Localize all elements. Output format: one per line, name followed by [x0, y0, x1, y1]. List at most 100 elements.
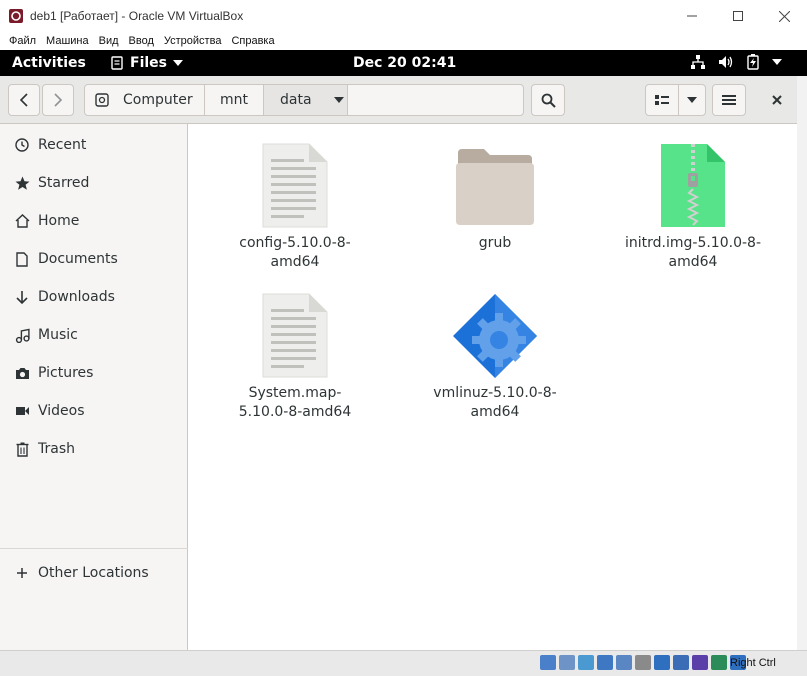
menu-input[interactable]: Ввод — [124, 35, 159, 47]
path-segment-computer[interactable]: Computer — [85, 85, 205, 115]
gnome-top-bar: Activities Files Dec 20 02:41 — [0, 50, 807, 76]
display-indicator-icon[interactable] — [654, 655, 670, 670]
search-button[interactable] — [531, 84, 565, 116]
file-name: config-5.10.0-8-amd64 — [239, 235, 351, 270]
network-icon — [691, 55, 705, 69]
file-name: vmlinuz-5.10.0-8-amd64 — [433, 385, 557, 420]
file-item[interactable]: initrd.img-5.10.0-8-amd64 — [623, 142, 763, 272]
sidebar-item-label: Home — [38, 213, 80, 229]
mouse-integration-indicator-icon[interactable] — [711, 655, 727, 670]
sidebar-item-home[interactable]: Home — [0, 202, 188, 240]
sidebar-item-label: Trash — [38, 441, 75, 457]
sidebar-item-label: Other Locations — [38, 565, 149, 581]
hamburger-menu-icon — [722, 95, 736, 105]
cpu-indicator-icon[interactable] — [692, 655, 708, 670]
vbox-status-bar: Right Ctrl — [0, 650, 807, 676]
executable-gear-icon — [447, 292, 543, 380]
text-file-icon — [247, 292, 343, 380]
folder-icon — [447, 142, 543, 230]
file-grid: config-5.10.0-8-amd64 grub initrd.img-5.… — [189, 124, 797, 650]
archive-file-icon — [645, 142, 741, 230]
sidebar-item-trash[interactable]: Trash — [0, 430, 188, 468]
usb-indicator-icon[interactable] — [616, 655, 632, 670]
view-options-button[interactable] — [678, 84, 706, 116]
vbox-device-indicators — [540, 655, 746, 670]
activities-button[interactable]: Activities — [12, 55, 86, 71]
view-mode-button[interactable] — [645, 84, 679, 116]
path-bar: Computer mnt data — [84, 84, 524, 116]
menu-file[interactable]: Файл — [4, 35, 41, 47]
file-item[interactable]: config-5.10.0-8-amd64 — [225, 142, 365, 272]
download-icon — [14, 289, 30, 305]
sidebar-item-label: Recent — [38, 137, 87, 153]
clock[interactable]: Dec 20 02:41 — [353, 55, 456, 71]
document-icon — [14, 251, 30, 267]
camera-icon — [14, 365, 30, 381]
music-icon — [14, 327, 30, 343]
sidebar-item-videos[interactable]: Videos — [0, 392, 188, 430]
path-segment-mnt-label: mnt — [220, 92, 248, 108]
headerbar: Computer mnt data — [0, 76, 797, 124]
sidebar-item-label: Videos — [38, 403, 85, 419]
menu-view[interactable]: Вид — [94, 35, 124, 47]
folder-item[interactable]: grub — [425, 142, 565, 253]
sidebar-item-documents[interactable]: Documents — [0, 240, 188, 278]
sidebar-item-starred[interactable]: Starred — [0, 164, 188, 202]
sidebar-item-label: Music — [38, 327, 78, 343]
path-menu-chevron-icon — [333, 97, 344, 103]
main-menu-button[interactable] — [712, 84, 746, 116]
clock-icon — [14, 137, 30, 153]
back-button[interactable] — [8, 84, 40, 116]
sidebar-item-label: Pictures — [38, 365, 94, 381]
file-item[interactable]: System.map-5.10.0-8-amd64 — [225, 292, 365, 422]
optical-drive-indicator-icon[interactable] — [559, 655, 575, 670]
shared-folders-indicator-icon[interactable] — [635, 655, 651, 670]
file-name: initrd.img-5.10.0-8-amd64 — [625, 235, 761, 270]
files-window: Computer mnt data Recent Starred Home Do… — [0, 76, 797, 650]
path-segment-mnt[interactable]: mnt — [205, 85, 264, 115]
file-name: grub — [478, 235, 512, 251]
menu-devices[interactable]: Устройства — [159, 35, 227, 47]
sidebar-item-recent[interactable]: Recent — [0, 126, 188, 164]
sidebar-item-label: Downloads — [38, 289, 115, 305]
guest-screen: Activities Files Dec 20 02:41 Computer m… — [0, 50, 807, 650]
recording-indicator-icon[interactable] — [673, 655, 689, 670]
list-view-icon — [655, 95, 669, 105]
vbox-menubar: Файл Машина Вид Ввод Устройства Справка — [0, 32, 807, 50]
files-app-icon — [111, 56, 123, 70]
maximize-button[interactable] — [715, 0, 761, 32]
hard-disk-indicator-icon[interactable] — [540, 655, 556, 670]
close-icon — [772, 95, 782, 105]
host-key-label: Right Ctrl — [730, 657, 776, 669]
minimize-button[interactable] — [669, 0, 715, 32]
file-name: System.map-5.10.0-8-amd64 — [238, 385, 352, 420]
sidebar-separator — [0, 548, 188, 549]
sidebar-item-label: Documents — [38, 251, 118, 267]
window-title: deb1 [Работает] - Oracle VM VirtualBox — [30, 9, 244, 23]
menu-machine[interactable]: Машина — [41, 35, 94, 47]
video-icon — [14, 403, 30, 419]
file-item[interactable]: vmlinuz-5.10.0-8-amd64 — [425, 292, 565, 422]
chevron-left-icon — [20, 93, 28, 107]
menu-help[interactable]: Справка — [226, 35, 279, 47]
close-window-button[interactable] — [761, 0, 807, 32]
sidebar-item-downloads[interactable]: Downloads — [0, 278, 188, 316]
path-segment-data[interactable]: data — [264, 85, 348, 115]
audio-indicator-icon[interactable] — [578, 655, 594, 670]
system-tray[interactable] — [690, 54, 782, 70]
star-icon — [14, 175, 30, 191]
sidebar-item-other-locations[interactable]: Other Locations — [0, 554, 188, 592]
plus-icon — [14, 565, 30, 581]
sidebar-item-music[interactable]: Music — [0, 316, 188, 354]
chevron-down-icon — [687, 97, 697, 103]
forward-button[interactable] — [42, 84, 74, 116]
text-file-icon — [247, 142, 343, 230]
path-segment-computer-label: Computer — [123, 92, 193, 108]
close-files-button[interactable] — [760, 84, 794, 116]
app-menu[interactable]: Files — [110, 55, 183, 71]
minimize-icon — [687, 15, 697, 17]
home-icon — [14, 213, 30, 229]
sidebar-item-pictures[interactable]: Pictures — [0, 354, 188, 392]
trash-icon — [14, 441, 30, 457]
network-indicator-icon[interactable] — [597, 655, 613, 670]
